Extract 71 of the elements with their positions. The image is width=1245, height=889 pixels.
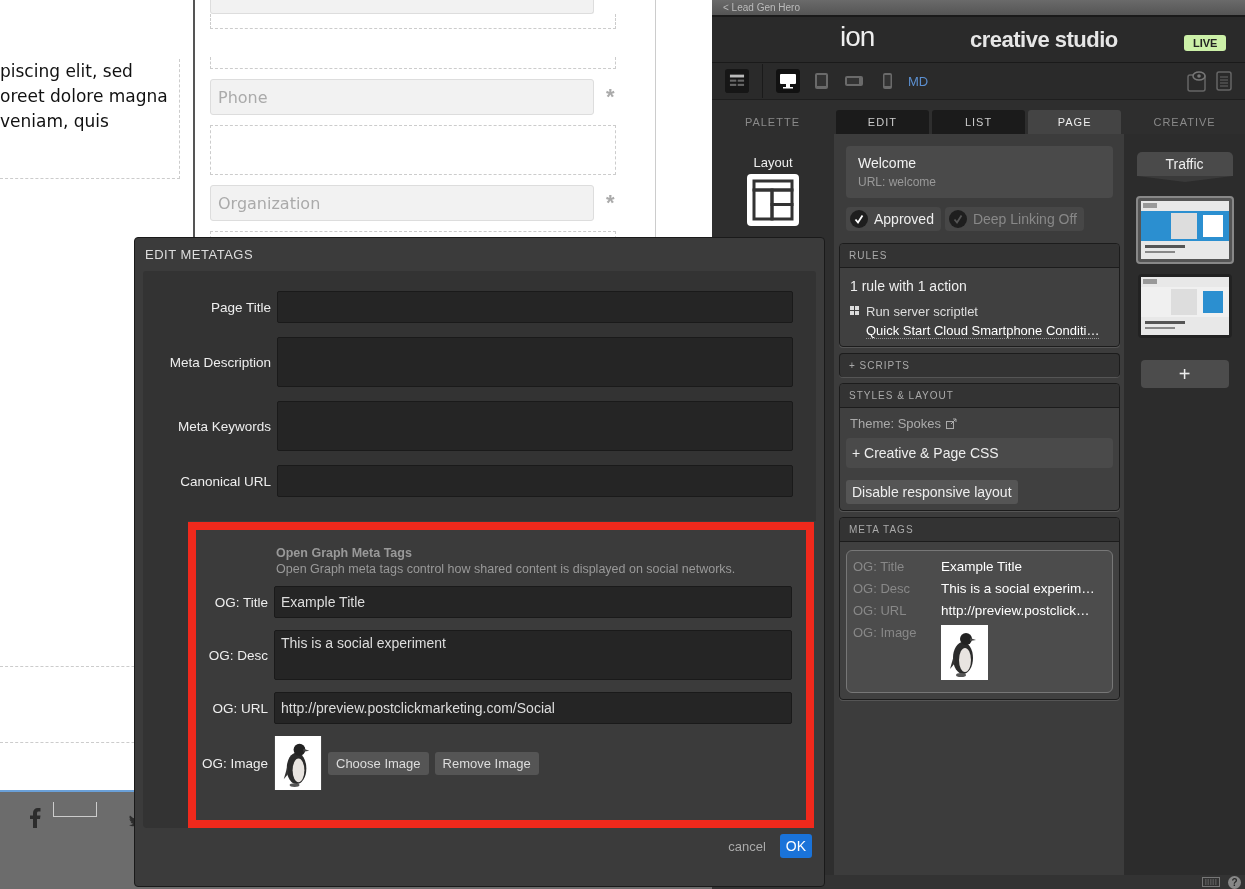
status-badge: LIVE [1184,35,1227,51]
check-icon [850,210,868,228]
panel-heading: RULES [840,244,1119,268]
rule-action: Run server scriptlet Quick Start Cloud Smartphone Conditi… [866,303,1101,340]
toggle-button[interactable]: Approved [846,207,941,231]
paragraph-line: piscing elit, sed [0,60,133,83]
panel-heading: STYLES & LAYOUT [840,384,1119,408]
meta-value: Example Title [941,559,1023,574]
meta-label: OG: URL [853,603,908,618]
required-mark: * [606,84,615,110]
traffic-button[interactable]: Traffic [1136,152,1233,176]
field-label: Canonical URL [179,473,271,489]
logo: ion [840,21,875,53]
document-icon[interactable] [1216,71,1232,91]
scriptlet-link[interactable]: Quick Start Cloud Smartphone Conditi… [866,323,1100,339]
keyboard-icon[interactable] [1202,877,1220,887]
tab[interactable]: PALETTE [712,110,833,134]
tab[interactable]: EDIT [835,110,929,134]
app-title: creative studio [970,27,1118,53]
required-mark: * [606,190,615,216]
tab[interactable]: CREATIVE [1124,110,1245,134]
add-page-button[interactable]: + [1140,360,1229,388]
cancel-link[interactable]: cancel [728,838,766,854]
image-button[interactable]: Choose Image [328,751,429,775]
meta-value: This is a social experim… [941,581,1095,596]
meta-label: OG: Title [853,559,906,574]
dialog-title: EDIT METATAGS [144,246,255,264]
ok-button[interactable]: OK [779,834,812,858]
page-name: Welcome [858,155,918,171]
desktop-icon[interactable] [776,69,800,93]
external-link-icon[interactable] [946,418,958,429]
help-button[interactable]: ? [1228,875,1241,889]
paragraph-line: veniam, quis [0,110,109,133]
facebook-icon[interactable] [29,808,41,828]
input-field[interactable]: Example Title [274,586,792,618]
layout-toggle-icon[interactable] [725,69,749,93]
panel-heading: META TAGS [840,518,1119,542]
section-description: Open Graph meta tags control how shared content is displayed on social networks. [276,562,737,576]
disable-responsive-button[interactable]: Disable responsive layout [846,480,1018,504]
input-field[interactable] [277,465,793,497]
field-label: Meta Description [168,354,271,370]
input-field[interactable] [277,291,793,323]
layout-label: Layout [753,155,793,170]
section-heading: Open Graph Meta Tags [276,546,413,560]
tab[interactable]: LIST [931,110,1026,134]
grid-icon [850,306,859,315]
layout-icon[interactable] [747,174,799,226]
meta-label: OG: Image [853,625,918,640]
field-label: OG: URL [211,700,268,716]
page-url: URL: welcome [858,175,938,189]
page-card[interactable]: Welcome URL: welcome [846,146,1113,198]
input-field[interactable]: http://preview.postclickmarketing.com/Social [274,692,792,724]
breakpoint-label[interactable]: MD [908,73,929,89]
field-label: Meta Keywords [176,418,271,434]
field-label: Page Title [209,299,271,315]
drop-zone [53,802,97,817]
paragraph-line: oreet dolore magna [0,85,168,108]
tab[interactable]: PAGE [1028,110,1122,134]
preview-icon[interactable] [1187,70,1207,92]
css-toggle[interactable]: + Creative & Page CSS [846,438,1113,468]
meta-label: OG: Desc [853,581,912,596]
theme-label: Theme: Spokes [850,416,942,431]
text-area[interactable]: This is a social experiment [274,630,792,680]
field-label: OG: Desc [207,647,268,663]
scripts-panel[interactable]: + SCRIPTS [839,353,1120,377]
field-label: OG: Image [200,755,268,771]
meta-value: http://preview.postclick… [941,603,1090,618]
image-button[interactable]: Remove Image [434,751,539,775]
check-icon [948,210,967,228]
field-label: OG: Title [213,594,268,610]
rule-summary: 1 rule with 1 action [850,278,968,294]
